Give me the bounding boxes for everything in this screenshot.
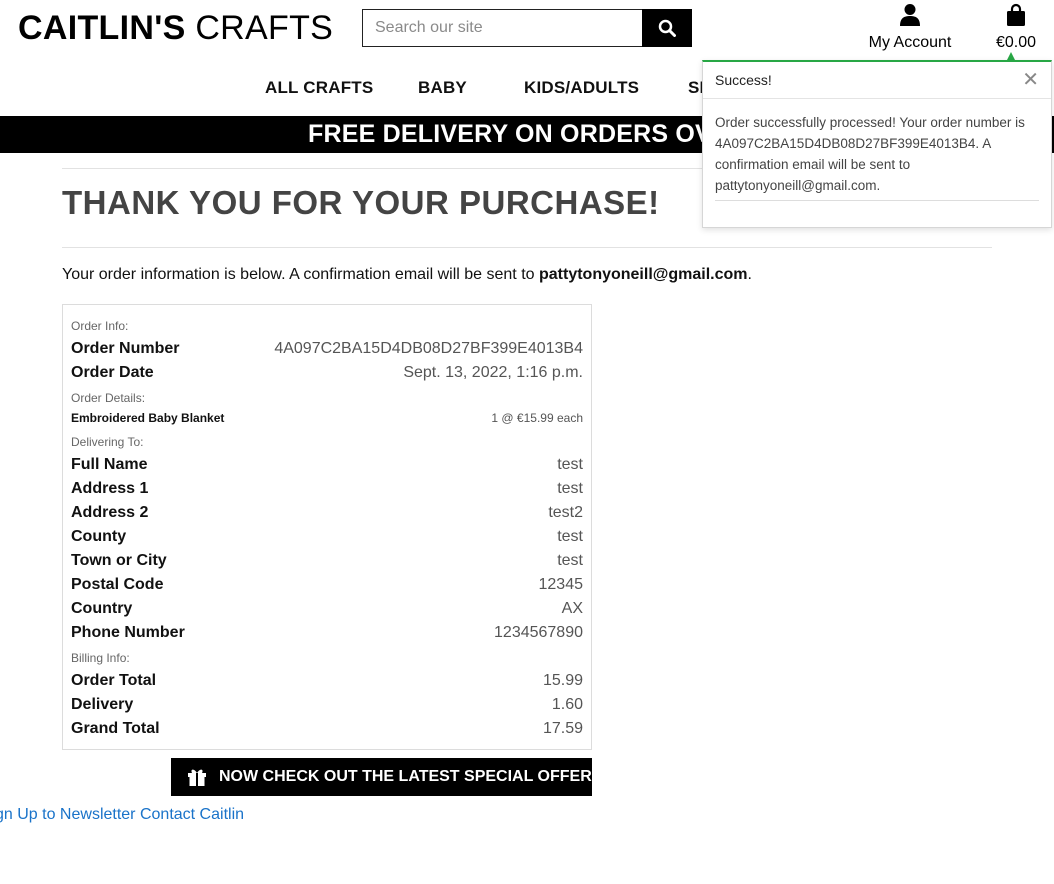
- search-icon: [658, 19, 676, 37]
- billing-row: Delivery 1.60: [71, 696, 583, 714]
- billing-value: 17.59: [542, 720, 583, 737]
- page-title: THANK YOU FOR YOUR PURCHASE!: [62, 184, 660, 221]
- close-icon[interactable]: ✕: [1022, 70, 1039, 90]
- delivery-label: Address 1: [71, 480, 149, 497]
- newsletter-link[interactable]: gn Up to Newsletter: [0, 806, 136, 823]
- toast-divider: [715, 200, 1039, 201]
- delivery-label: Phone Number: [71, 624, 185, 641]
- order-number-row: Order Number 4A097C2BA15D4DB08D27BF399E4…: [71, 340, 583, 358]
- order-item-row: Embroidered Baby Blanket 1 @ €15.99 each: [71, 411, 583, 425]
- intro-message: Your order information is below. A confi…: [62, 266, 539, 283]
- shopping-bag-icon: [1007, 3, 1025, 26]
- delivery-label: Address 2: [71, 504, 149, 521]
- delivery-value: test2: [548, 504, 583, 521]
- billing-label: Grand Total: [71, 720, 160, 737]
- logo-thin-text: CRAFTS: [195, 9, 334, 47]
- delivery-label: Country: [71, 600, 133, 617]
- success-toast: Success! ✕ Order successfully processed!…: [702, 60, 1052, 228]
- nav-kids-adults[interactable]: KIDS/ADULTS: [524, 78, 639, 98]
- intro-text: Your order information is below. A confi…: [62, 266, 752, 284]
- toast-header: Success! ✕: [703, 62, 1051, 99]
- delivering-to-heading: Delivering To:: [71, 435, 144, 449]
- delivery-value: 1234567890: [494, 624, 583, 641]
- special-offers-label: NOW CHECK OUT THE LATEST SPECIAL OFFERS!: [219, 768, 608, 785]
- contact-link[interactable]: Contact Caitlin: [140, 806, 244, 823]
- order-date-label: Order Date: [71, 364, 154, 381]
- search-input[interactable]: [362, 9, 642, 47]
- special-offers-button[interactable]: NOW CHECK OUT THE LATEST SPECIAL OFFERS!: [171, 758, 608, 796]
- billing-label: Order Total: [71, 672, 157, 689]
- gift-icon: [187, 768, 207, 786]
- delivery-row: Postal Code 12345: [71, 576, 583, 594]
- my-account-label: My Account: [868, 34, 952, 51]
- nav-all-crafts[interactable]: ALL CRAFTS: [265, 78, 373, 98]
- order-number-label: Order Number: [71, 340, 180, 357]
- order-item-name: Embroidered Baby Blanket: [71, 411, 225, 425]
- delivery-value: test: [557, 552, 583, 569]
- toast-arrow: [1007, 52, 1015, 60]
- search-form: [362, 9, 692, 47]
- delivery-label: Postal Code: [71, 576, 164, 593]
- order-details-heading: Order Details:: [71, 391, 146, 405]
- order-date-value: Sept. 13, 2022, 1:16 p.m.: [403, 364, 583, 381]
- billing-label: Delivery: [71, 696, 134, 713]
- footer-links: gn Up to Newsletter Contact Caitlin: [0, 806, 244, 824]
- user-icon: [900, 4, 920, 26]
- order-date-row: Order Date Sept. 13, 2022, 1:16 p.m.: [71, 364, 583, 382]
- delivery-row: Country AX: [71, 600, 583, 618]
- nav-baby[interactable]: BABY: [418, 78, 467, 98]
- search-button[interactable]: [642, 9, 692, 47]
- billing-value: 1.60: [551, 696, 583, 713]
- billing-row: Order Total 15.99: [71, 672, 583, 690]
- delivery-label: Town or City: [71, 552, 167, 569]
- delivery-value: 12345: [538, 576, 584, 593]
- intro-period: .: [747, 266, 752, 283]
- site-logo[interactable]: CAITLIN'S CRAFTS: [18, 8, 333, 48]
- delivery-row: County test: [71, 528, 583, 546]
- divider-bottom: [62, 247, 992, 248]
- delivery-row: Phone Number 1234567890: [71, 624, 583, 642]
- delivery-label: Full Name: [71, 456, 148, 473]
- order-number-value: 4A097C2BA15D4DB08D27BF399E4013B4: [274, 340, 583, 357]
- order-summary: Order Info: Order Number 4A097C2BA15D4DB…: [62, 304, 592, 750]
- order-item-quantity: 1 @ €15.99 each: [491, 411, 583, 425]
- my-account-link[interactable]: My Account: [862, 3, 958, 52]
- order-info-heading: Order Info:: [71, 319, 129, 333]
- intro-email: pattytonyoneill@gmail.com: [538, 266, 748, 283]
- bag-total: €0.00: [995, 34, 1037, 51]
- delivery-value: test: [557, 456, 583, 473]
- delivery-value: AX: [561, 600, 583, 617]
- toast-title: Success!: [715, 72, 772, 88]
- shopping-bag-link[interactable]: €0.00: [990, 3, 1042, 52]
- billing-row: Grand Total 17.59: [71, 720, 583, 738]
- delivery-value: test: [557, 528, 583, 545]
- delivery-label: County: [71, 528, 127, 545]
- delivery-banner-text: FREE DELIVERY ON ORDERS OVER €: [308, 120, 769, 148]
- delivery-value: test: [557, 480, 583, 497]
- toast-message: Order successfully processed! Your order…: [715, 115, 1025, 193]
- billing-value: 15.99: [542, 672, 583, 689]
- delivery-row: Full Name test: [71, 456, 583, 474]
- delivery-row: Address 2 test2: [71, 504, 583, 522]
- billing-info-heading: Billing Info:: [71, 651, 130, 665]
- logo-bold-text: CAITLIN'S: [18, 9, 186, 47]
- delivery-row: Address 1 test: [71, 480, 583, 498]
- delivery-row: Town or City test: [71, 552, 583, 570]
